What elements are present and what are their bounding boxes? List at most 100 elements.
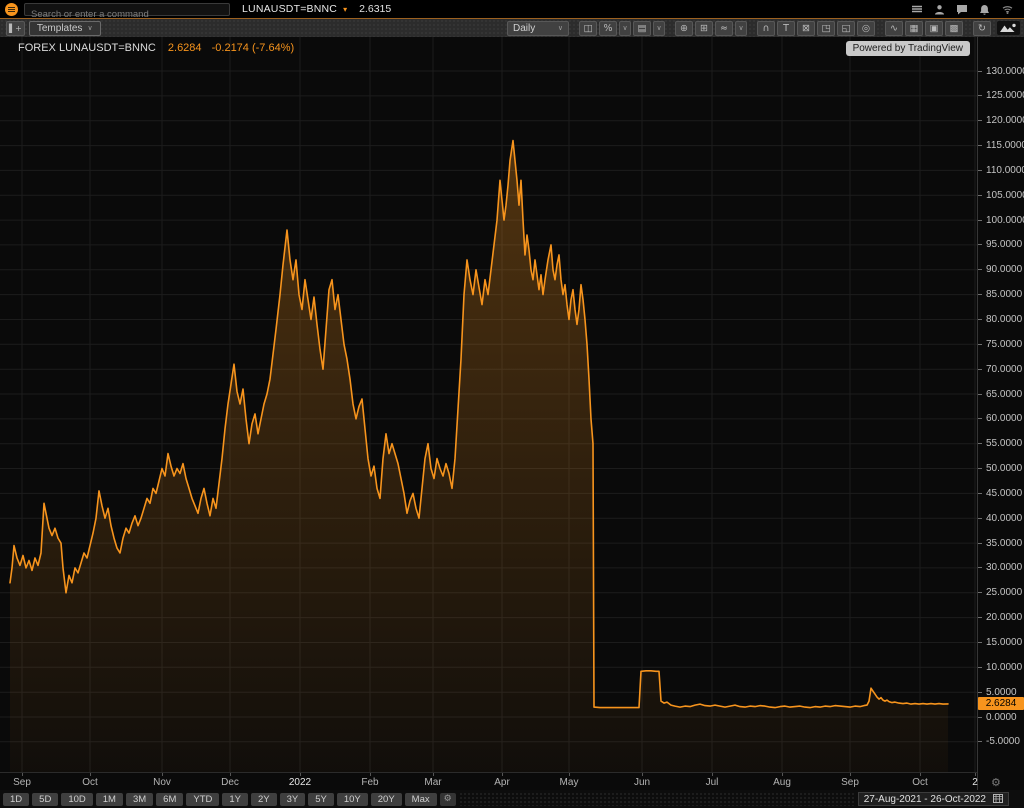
menu-icon[interactable] — [911, 4, 923, 14]
compare-button[interactable]: ⊕ — [675, 21, 693, 36]
price-axis-label: 55.0000 — [978, 438, 1022, 450]
ticker-symbol[interactable]: LUNAUSDT=BNNC — [242, 3, 337, 15]
range-6m-button[interactable]: 6M — [156, 793, 183, 806]
time-axis-label: Nov — [153, 777, 171, 788]
range-ytd-button[interactable]: YTD — [186, 793, 219, 806]
time-axis-label: Feb — [361, 777, 378, 788]
collapse-panel-button[interactable]: ▌+ — [6, 21, 25, 36]
indicators-button[interactable]: ▤ — [633, 21, 651, 36]
price-axis-label: 30.0000 — [978, 562, 1022, 574]
price-axis-label: 60.0000 — [978, 413, 1022, 425]
price-axis-label: 105.0000 — [978, 189, 1024, 201]
indicators-menu-button[interactable]: ∨ — [653, 21, 665, 36]
calendar-icon — [993, 793, 1003, 806]
app-logo-icon[interactable] — [5, 3, 18, 16]
range-2y-button[interactable]: 2Y — [251, 793, 277, 806]
new-window-button[interactable]: ▣ — [925, 21, 943, 36]
chart-area: FOREX LUNAUSDT=BNNC 2.6284 -0.2174 (-7.6… — [0, 37, 1024, 790]
time-axis-label: 2022 — [289, 777, 311, 788]
range-1m-button[interactable]: 1M — [96, 793, 123, 806]
date-range-button[interactable]: 27-Aug-2021 - 26-Oct-2022 — [858, 792, 1009, 806]
price-axis-label: 0.0000 — [978, 711, 1017, 723]
bottom-bar-filler — [459, 792, 855, 806]
time-axis-label: Aug — [773, 777, 791, 788]
ticker-dropdown-icon[interactable]: ▾ — [343, 5, 347, 14]
last-price-badge: 2.6284 — [978, 697, 1024, 710]
chart-type-icon: ◫ — [584, 23, 593, 34]
time-axis-label: 2 — [972, 777, 978, 788]
price-axis-label: 100.0000 — [978, 214, 1024, 226]
snapshot-button[interactable]: ◳ — [817, 21, 835, 36]
templates-label: Templates — [37, 23, 83, 34]
price-axis-label: 25.0000 — [978, 587, 1022, 599]
text-button[interactable]: T — [777, 21, 795, 36]
range-3m-button[interactable]: 3M — [126, 793, 153, 806]
zoom-icon: ◎ — [862, 23, 870, 34]
price-axis-label: 65.0000 — [978, 388, 1022, 400]
range-max-button[interactable]: Max — [405, 793, 437, 806]
data-table-button[interactable]: ▦ — [905, 21, 923, 36]
range-settings-button[interactable]: ⚙ — [440, 793, 456, 806]
events-button[interactable]: ⊞ — [695, 21, 713, 36]
axis-tick — [433, 773, 434, 776]
indicators-icon: ▤ — [638, 23, 647, 34]
range-3y-button[interactable]: 3Y — [280, 793, 306, 806]
price-chart-canvas[interactable] — [0, 37, 977, 790]
range-10y-button[interactable]: 10Y — [337, 793, 368, 806]
price-axis-label: 45.0000 — [978, 487, 1022, 499]
chevron-down-icon: ∨ — [87, 24, 92, 32]
price-axis-label: 90.0000 — [978, 264, 1022, 276]
drawings-menu-button[interactable]: ∨ — [735, 21, 747, 36]
connection-icon[interactable] — [1001, 4, 1014, 14]
drawings-button[interactable]: ≈ — [715, 21, 733, 36]
date-range-text: 27-Aug-2021 - 26-Oct-2022 — [864, 794, 986, 805]
export-button[interactable]: ◱ — [837, 21, 855, 36]
chart-type-button[interactable]: ◫ — [579, 21, 597, 36]
range-1y-button[interactable]: 1Y — [222, 793, 248, 806]
messages-icon[interactable] — [956, 4, 968, 15]
tradingview-logo-icon[interactable] — [997, 21, 1020, 35]
axis-tick — [90, 773, 91, 776]
range-10d-button[interactable]: 10D — [61, 793, 92, 806]
sync-icon: ↻ — [978, 23, 986, 34]
line-chart-icon: ∿ — [890, 23, 898, 34]
price-axis-label: 115.0000 — [978, 140, 1024, 152]
price-axis-label: 75.0000 — [978, 338, 1022, 350]
duplicate-window-button[interactable]: ▩ — [945, 21, 963, 36]
compare-icon: ⊕ — [680, 23, 688, 34]
line-chart-button[interactable]: ∿ — [885, 21, 903, 36]
gear-icon: ⚙ — [444, 794, 452, 804]
time-axis-label: Oct — [82, 777, 98, 788]
magnet-button[interactable]: ∩ — [757, 21, 775, 36]
range-5y-button[interactable]: 5Y — [308, 793, 334, 806]
sync-button[interactable]: ↻ — [973, 21, 991, 36]
interval-value: Daily — [513, 23, 535, 34]
snapshot-icon: ◳ — [822, 23, 831, 34]
range-20y-button[interactable]: 20Y — [371, 793, 402, 806]
zoom-button[interactable]: ◎ — [857, 21, 875, 36]
legend-instrument: FOREX LUNAUSDT=BNNC — [18, 42, 156, 54]
trading-app-window: LUNAUSDT=BNNC ▾ 2.6315 ▌+ Temp — [0, 0, 1024, 808]
price-axis-label: 20.0000 — [978, 612, 1022, 624]
percent-change-button[interactable]: % — [599, 21, 617, 36]
powered-by-tradingview-badge[interactable]: Powered by TradingView — [846, 41, 970, 56]
expand-button[interactable]: ⊠ — [797, 21, 815, 36]
axis-settings-icon[interactable]: ⚙ — [991, 776, 1001, 789]
legend-change: -0.2174 (-7.64%) — [212, 42, 295, 54]
percent-change-icon: % — [603, 23, 612, 34]
time-axis[interactable]: SepOctNovDec2022FebMarAprMayJunJulAugSep… — [0, 772, 977, 790]
price-axis[interactable]: 130.0000125.0000120.0000115.0000110.0000… — [977, 37, 1024, 790]
search-box[interactable] — [24, 3, 230, 16]
templates-button[interactable]: Templates ∨ — [29, 21, 101, 36]
range-1d-button[interactable]: 1D — [3, 793, 29, 806]
notifications-icon[interactable] — [979, 4, 990, 15]
profile-icon[interactable] — [934, 4, 945, 15]
range-5d-button[interactable]: 5D — [32, 793, 58, 806]
axis-tick — [850, 773, 851, 776]
time-axis-label: Mar — [424, 777, 441, 788]
percent-change-menu-button[interactable]: ∨ — [619, 21, 631, 36]
interval-select[interactable]: Daily ∨ — [507, 21, 569, 36]
axis-tick — [712, 773, 713, 776]
time-axis-label: Jun — [634, 777, 650, 788]
range-buttons: 1D5D10D 1M3M6MYTD1Y2Y3Y5Y10Y20YMax — [3, 793, 437, 806]
